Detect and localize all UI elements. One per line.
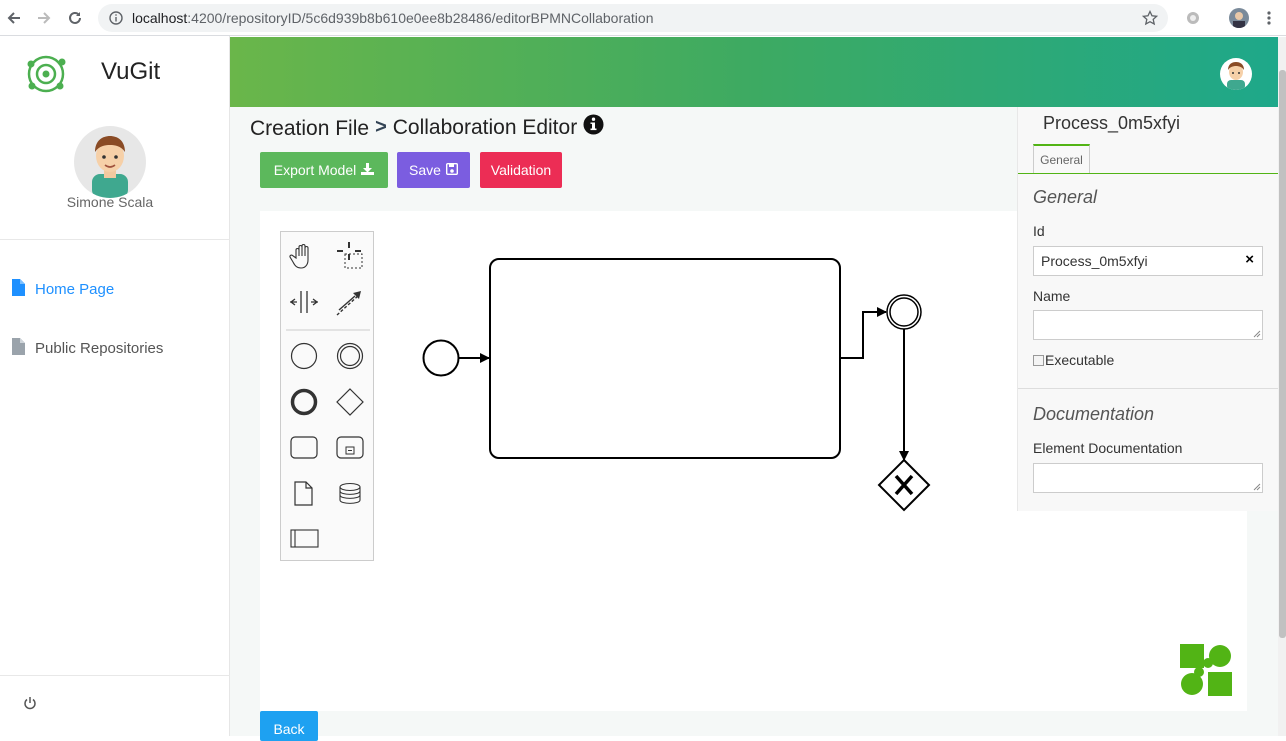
resize-handle-icon[interactable] (1253, 483, 1261, 491)
file-icon (12, 338, 25, 359)
tab-underline (1018, 173, 1279, 174)
back-button[interactable]: Back (260, 711, 318, 741)
star-icon[interactable] (1141, 9, 1159, 31)
sequence-flow[interactable] (840, 307, 887, 359)
properties-title: Process_0m5xfyi (1043, 113, 1181, 133)
app-title: VuGit (101, 58, 161, 85)
sidebar-item-home-page[interactable]: Home Page (12, 279, 114, 300)
executable-row: Executable (1033, 352, 1114, 368)
group-documentation-heading[interactable]: Documentation (1033, 404, 1154, 425)
element-documentation-label: Element Documentation (1033, 440, 1183, 456)
intermediate-event[interactable] (886, 294, 922, 330)
browser-toolbar: localhost:4200/repositoryID/5c6d939b8b61… (0, 0, 1286, 36)
sidebar: VuGit Simone Scala Home Page Public Repo… (0, 36, 230, 736)
user-avatar (74, 126, 146, 198)
tab-general[interactable]: General (1033, 144, 1090, 174)
power-icon[interactable] (23, 696, 37, 715)
name-textarea[interactable] (1033, 310, 1263, 340)
url-text: localhost:4200/repositoryID/5c6d939b8b61… (132, 10, 654, 26)
extension-icon[interactable] (1186, 11, 1200, 30)
vugit-logo-icon[interactable] (22, 52, 70, 101)
resize-handle-icon[interactable] (1253, 330, 1261, 338)
sidebar-divider (0, 239, 230, 240)
sidebar-item-public-repositories[interactable]: Public Repositories (12, 338, 163, 359)
sidebar-item-label: Public Repositories (35, 340, 164, 357)
reload-icon[interactable] (65, 8, 85, 28)
top-header (230, 37, 1278, 107)
back-arrow-icon[interactable] (4, 8, 24, 28)
user-name: Simone Scala (66, 194, 154, 210)
download-icon (361, 162, 375, 178)
properties-panel: Process_0m5xfyi General General Id Proce… (1017, 107, 1279, 511)
executable-label: Executable (1045, 352, 1115, 368)
save-button[interactable]: Save (397, 152, 470, 188)
validation-button[interactable]: Validation (480, 152, 562, 188)
sidebar-item-label: Home Page (35, 281, 115, 298)
exclusive-gateway[interactable] (877, 458, 931, 512)
bpmn-io-logo-icon[interactable] (1180, 644, 1232, 701)
group-general-heading[interactable]: General (1033, 187, 1097, 208)
breadcrumb-current: Collaboration Editor (392, 115, 578, 139)
file-icon (12, 279, 25, 300)
executable-checkbox[interactable] (1033, 354, 1044, 366)
breadcrumb-separator: > (375, 116, 387, 138)
id-input[interactable]: Process_0m5xfyi × (1033, 246, 1263, 276)
properties-divider (1018, 388, 1279, 389)
address-bar[interactable]: localhost:4200/repositoryID/5c6d939b8b61… (98, 4, 1168, 32)
header-user-avatar[interactable] (1220, 58, 1252, 90)
id-label: Id (1033, 223, 1045, 239)
scrollbar-thumb[interactable] (1279, 70, 1286, 638)
floppy-disk-icon (445, 162, 458, 178)
info-circle-icon[interactable] (583, 114, 604, 141)
info-icon[interactable] (109, 11, 123, 30)
menu-dots-icon[interactable] (1266, 10, 1272, 31)
name-label: Name (1033, 288, 1071, 304)
start-event[interactable] (422, 339, 460, 377)
task-shape[interactable] (489, 258, 841, 459)
sidebar-bottom-divider (0, 675, 230, 676)
element-documentation-textarea[interactable] (1033, 463, 1263, 493)
profile-avatar[interactable] (1229, 8, 1249, 28)
breadcrumb: Creation File > Collaboration Editor (250, 114, 604, 141)
clear-icon[interactable]: × (1245, 251, 1254, 268)
forward-arrow-icon[interactable] (34, 8, 54, 28)
breadcrumb-parent[interactable]: Creation File (250, 117, 369, 141)
export-model-button[interactable]: Export Model (260, 152, 388, 188)
